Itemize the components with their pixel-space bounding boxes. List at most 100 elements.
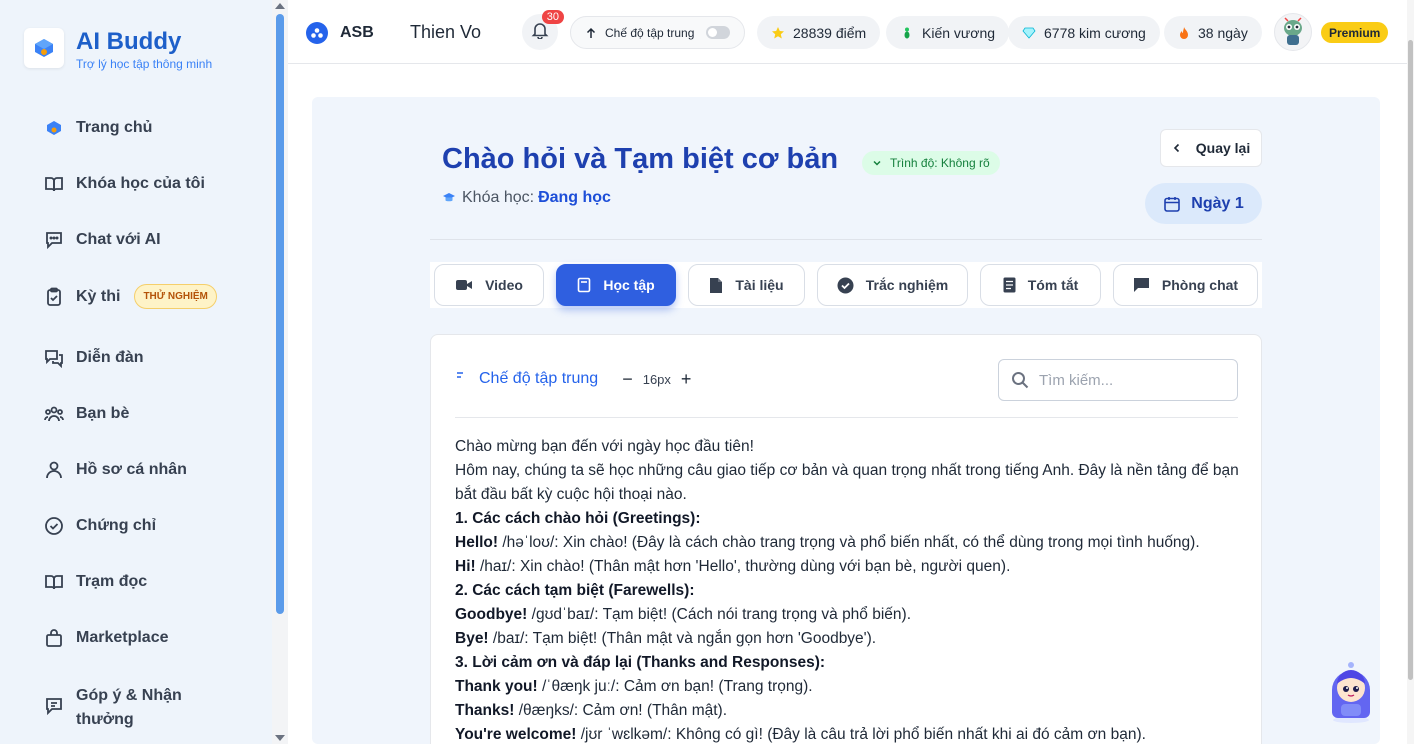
premium-badge[interactable]: Premium <box>1321 22 1389 43</box>
brand-logo-icon <box>24 28 64 68</box>
search-input[interactable] <box>1039 371 1219 389</box>
sidebar-item-label: Marketplace <box>76 629 169 646</box>
video-icon <box>455 278 473 292</box>
summary-icon <box>1003 277 1016 293</box>
header-divider <box>430 239 1262 240</box>
org-switcher[interactable]: ASB <box>306 16 374 49</box>
quiz-check-icon <box>837 277 854 294</box>
page-scroll-thumb[interactable] <box>1408 40 1413 680</box>
search-icon <box>1011 371 1029 389</box>
bag-icon <box>44 628 64 648</box>
graduation-cap-icon <box>442 191 456 205</box>
lesson-tabs: Video Học tập Tài liệu Trắc nghiệm Tóm t… <box>430 262 1262 308</box>
home-logo-icon <box>44 118 64 138</box>
lesson-text: Chào mừng bạn đến với ngày học đầu tiên!… <box>455 435 1245 744</box>
brand[interactable]: AI Buddy Trợ lý học tập thông minh <box>24 28 212 71</box>
chevron-down-icon <box>872 158 882 168</box>
page-scrollbar[interactable] <box>1407 0 1414 744</box>
focus-mode-link[interactable]: Chế độ tập trung <box>455 370 598 388</box>
text-line: Bye! /baɪ/: Tạm biệt! (Thân mật và ngắn … <box>455 630 877 647</box>
section-heading: 1. Các cách chào hỏi (Greetings): <box>455 510 701 527</box>
tab-documents[interactable]: Tài liệu <box>688 264 805 306</box>
sidebar-item-exam[interactable]: Kỳ thi THỬ NGHIỆM <box>44 284 217 309</box>
scroll-down-arrow-icon[interactable] <box>275 735 285 741</box>
sidebar-item-marketplace[interactable]: Marketplace <box>44 628 169 648</box>
font-increase-button[interactable]: + <box>681 369 692 390</box>
course-label: Khóa học: <box>462 189 535 206</box>
tab-chat-room[interactable]: Phòng chat <box>1113 264 1258 306</box>
sidebar-scroll-thumb[interactable] <box>276 14 284 614</box>
sidebar-item-forum[interactable]: Diễn đàn <box>44 348 144 368</box>
org-logo-icon <box>306 21 328 44</box>
forum-icon <box>44 348 64 368</box>
sidebar-item-feedback[interactable]: Góp ý & Nhận thưởng <box>44 684 204 732</box>
tab-label: Phòng chat <box>1161 277 1239 293</box>
text-line: Hi! /haɪ/: Xin chào! (Thân mật hơn 'Hell… <box>455 558 1011 575</box>
sidebar-item-label: Trạm đọc <box>76 573 148 590</box>
sidebar-item-label: Góp ý & Nhận thưởng <box>76 687 182 728</box>
sidebar-item-friends[interactable]: Bạn bè <box>44 404 129 424</box>
day-selector-button[interactable]: Ngày 1 <box>1145 183 1262 224</box>
brand-name: AI Buddy <box>76 28 182 55</box>
back-button[interactable]: Quay lại <box>1160 129 1262 167</box>
focus-mode-switch[interactable] <box>706 26 731 39</box>
org-name: ASB <box>340 23 374 41</box>
font-decrease-button[interactable]: − <box>622 369 633 390</box>
points-badge: 28839 điểm <box>757 16 881 49</box>
calendar-icon <box>1163 195 1181 213</box>
sidebar-item-chat-ai[interactable]: Chat với AI <box>44 230 161 250</box>
section-heading: 2. Các cách tạm biệt (Farewells): <box>455 582 695 599</box>
sidebar-item-certificates[interactable]: Chứng chỉ <box>44 516 156 536</box>
avatar[interactable] <box>1274 13 1312 51</box>
diamond-value: 6778 kim cương <box>1044 24 1146 41</box>
level-label: Trình độ: Không rõ <box>890 156 990 170</box>
text-line: Thanks! /θæŋks/: Cảm ơn! (Thân mật). <box>455 702 728 719</box>
text-line: Hello! /həˈloʊ/: Xin chào! (Đây là cách … <box>455 534 1200 551</box>
font-size-value: 16px <box>642 371 671 387</box>
streak-value: 38 ngày <box>1198 24 1248 41</box>
bell-icon <box>531 21 549 44</box>
arrow-up-icon <box>585 27 597 39</box>
ant-icon <box>900 26 914 40</box>
sidebar-item-label: Chứng chỉ <box>76 517 157 534</box>
sidebar-item-label: Diễn đàn <box>76 349 144 366</box>
book-open-icon <box>44 174 64 194</box>
assistant-mascot-button[interactable] <box>1326 660 1376 724</box>
tab-label: Video <box>485 277 523 293</box>
level-badge[interactable]: Trình độ: Không rõ <box>862 151 1000 175</box>
notification-count-badge: 30 <box>541 10 564 24</box>
tab-summary[interactable]: Tóm tắt <box>980 264 1101 306</box>
sidebar-item-reading-station[interactable]: Trạm đọc <box>44 572 147 592</box>
fire-icon <box>1178 26 1190 40</box>
focus-mode-label: Chế độ tập trung <box>605 25 695 40</box>
text-line: Thank you! /ˈθæŋk juː/: Cảm ơn bạn! (Tra… <box>455 678 813 695</box>
tab-study[interactable]: Học tập <box>556 264 676 306</box>
sidebar-item-profile[interactable]: Hồ sơ cá nhân <box>44 460 187 480</box>
feedback-icon <box>44 696 64 716</box>
content-divider <box>455 417 1238 418</box>
scroll-up-arrow-icon[interactable] <box>275 3 285 9</box>
check-circle-icon <box>44 516 64 536</box>
notification-button[interactable]: 30 <box>522 10 564 50</box>
tab-label: Tóm tắt <box>1027 277 1079 293</box>
sidebar: AI Buddy Trợ lý học tập thông minh Trang… <box>0 0 272 744</box>
sidebar-item-home[interactable]: Trang chủ <box>44 118 152 138</box>
document-icon <box>709 277 723 294</box>
sidebar-scrollbar[interactable] <box>272 0 288 744</box>
sidebar-item-label: Chat với AI <box>76 231 161 248</box>
sidebar-item-my-courses[interactable]: Khóa học của tôi <box>44 174 205 194</box>
reader-controls: Chế độ tập trung − 16px + <box>455 359 701 399</box>
brand-subtitle: Trợ lý học tập thông minh <box>76 57 213 71</box>
tab-label: Học tập <box>603 277 655 293</box>
section-heading: 3. Lời cảm ơn và đáp lại (Thanks and Res… <box>455 654 826 671</box>
text-line: You're welcome! /jʊr ˈwɛlkəm/: Không có … <box>455 726 1146 743</box>
tab-video[interactable]: Video <box>434 264 544 306</box>
tab-quiz[interactable]: Trắc nghiệm <box>817 264 968 306</box>
clipboard-check-icon <box>44 287 64 307</box>
focus-mode-toggle[interactable]: Chế độ tập trung <box>570 16 746 49</box>
focus-mode-text: Chế độ tập trung <box>479 370 599 387</box>
book-icon <box>44 572 64 592</box>
rank-value: Kiến vương <box>922 24 996 41</box>
day-label: Ngày 1 <box>1191 194 1244 212</box>
search-field[interactable] <box>998 359 1238 401</box>
